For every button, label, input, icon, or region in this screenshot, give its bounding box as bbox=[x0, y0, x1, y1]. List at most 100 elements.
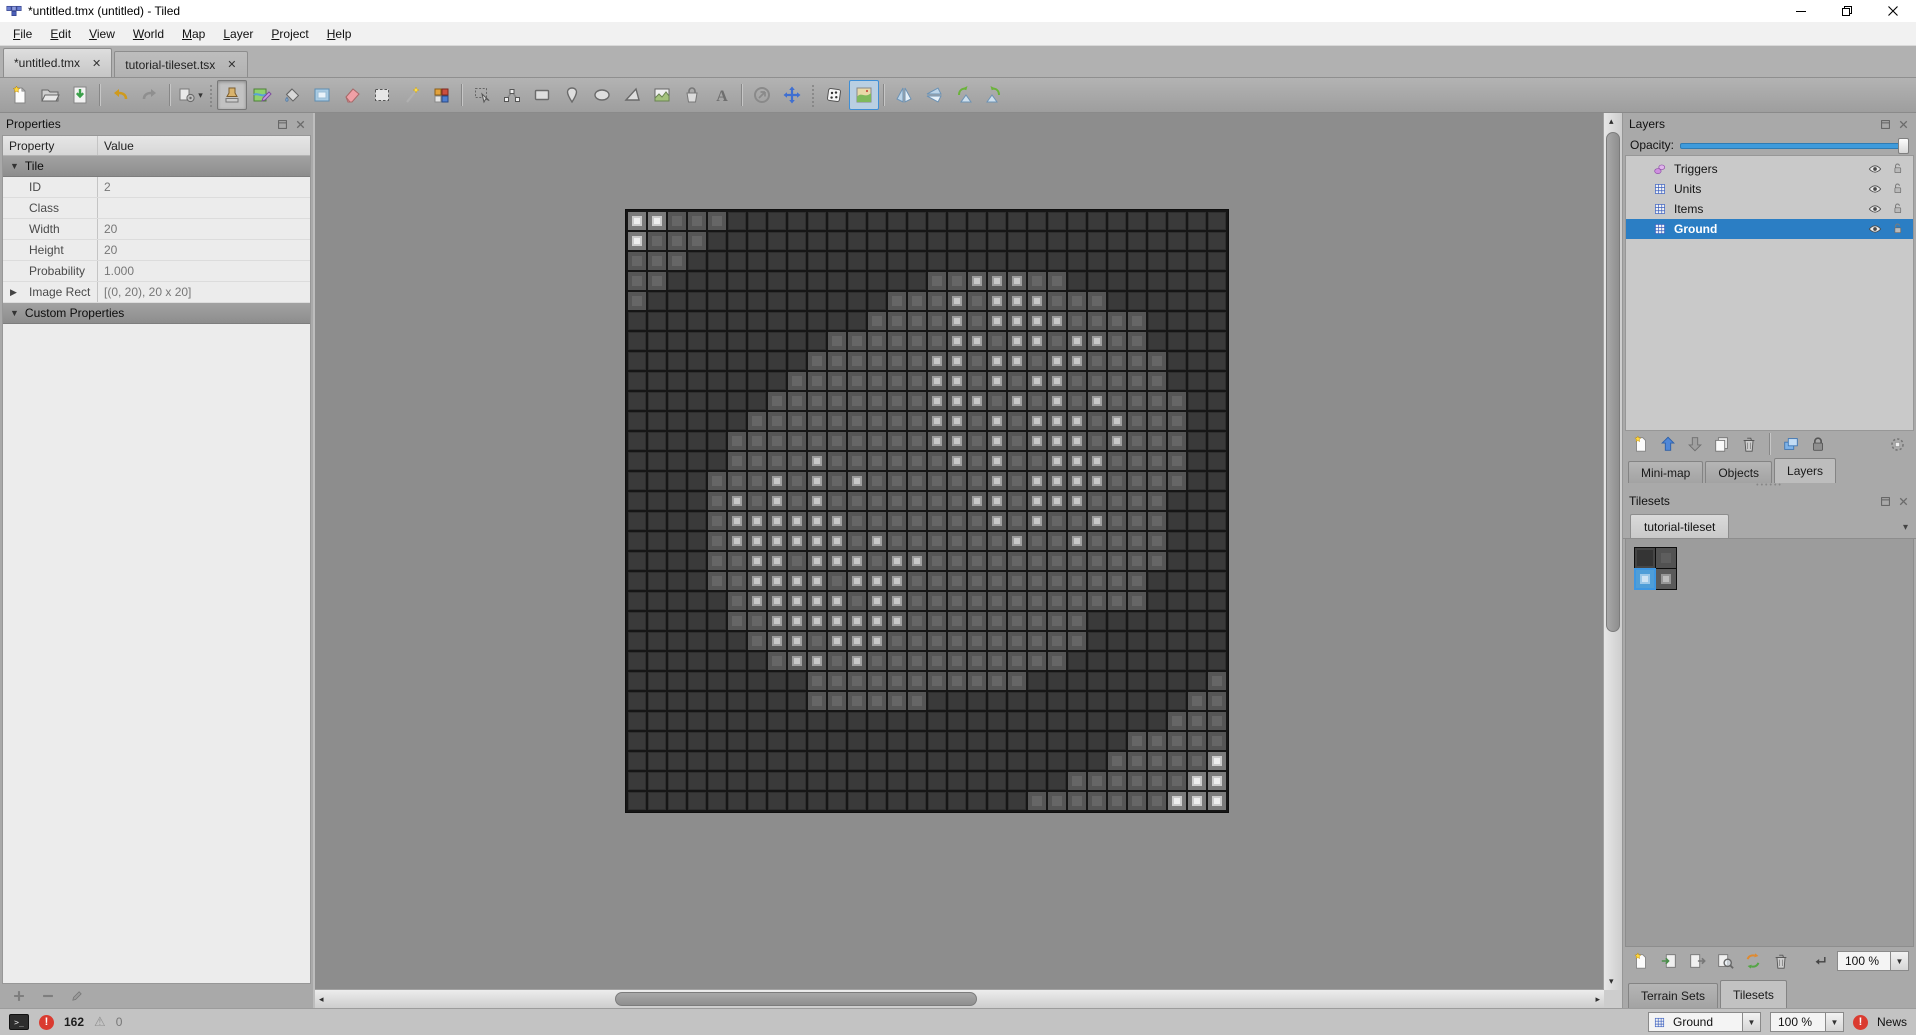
map-tile[interactable] bbox=[748, 692, 766, 710]
map-tile[interactable] bbox=[768, 272, 786, 290]
map-tile[interactable] bbox=[1088, 272, 1106, 290]
map-tile[interactable] bbox=[848, 372, 866, 390]
map-tile[interactable] bbox=[808, 412, 826, 430]
map-tile[interactable] bbox=[888, 212, 906, 230]
map-tile[interactable] bbox=[988, 252, 1006, 270]
map-tile[interactable] bbox=[648, 532, 666, 550]
map-tile[interactable] bbox=[928, 652, 946, 670]
map-tile[interactable] bbox=[628, 372, 646, 390]
news-label[interactable]: News bbox=[1877, 1015, 1907, 1029]
map-tile[interactable] bbox=[888, 472, 906, 490]
map-tile[interactable] bbox=[748, 492, 766, 510]
map-tile[interactable] bbox=[1208, 672, 1226, 690]
map-tile[interactable] bbox=[1048, 532, 1066, 550]
map-tile[interactable] bbox=[968, 272, 986, 290]
map-tile[interactable] bbox=[808, 432, 826, 450]
map-tile[interactable] bbox=[1148, 732, 1166, 750]
map-tile[interactable] bbox=[668, 412, 686, 430]
remove-layer-button[interactable] bbox=[1738, 433, 1760, 455]
map-tile[interactable] bbox=[748, 352, 766, 370]
chevron-down-icon[interactable]: ▼ bbox=[1741, 1013, 1760, 1031]
map-tile[interactable] bbox=[1128, 272, 1146, 290]
map-tile[interactable] bbox=[908, 432, 926, 450]
map-tile[interactable] bbox=[768, 652, 786, 670]
map-tile[interactable] bbox=[908, 632, 926, 650]
map-tile[interactable] bbox=[1048, 312, 1066, 330]
map-tile[interactable] bbox=[1148, 272, 1166, 290]
map-tile[interactable] bbox=[1148, 792, 1166, 810]
map-tile[interactable] bbox=[868, 372, 886, 390]
map-tile[interactable] bbox=[948, 352, 966, 370]
map-tile[interactable] bbox=[948, 392, 966, 410]
map-tile[interactable] bbox=[1068, 712, 1086, 730]
property-value[interactable] bbox=[97, 198, 310, 218]
map-tile[interactable] bbox=[1148, 532, 1166, 550]
map-tile[interactable] bbox=[628, 792, 646, 810]
map-tile[interactable] bbox=[1068, 792, 1086, 810]
eraser-button[interactable] bbox=[337, 80, 367, 110]
map-tile[interactable] bbox=[1128, 452, 1146, 470]
map-tile[interactable] bbox=[668, 392, 686, 410]
map-tile[interactable] bbox=[1168, 212, 1186, 230]
map-tile[interactable] bbox=[808, 332, 826, 350]
map-tile[interactable] bbox=[1008, 612, 1026, 630]
map-tile[interactable] bbox=[668, 692, 686, 710]
map-tile[interactable] bbox=[928, 412, 946, 430]
property-value[interactable]: [(0, 20), 20 x 20] bbox=[97, 282, 310, 302]
map-tile[interactable] bbox=[968, 612, 986, 630]
map-tile[interactable] bbox=[1108, 552, 1126, 570]
map-tile[interactable] bbox=[708, 712, 726, 730]
map-tile[interactable] bbox=[1188, 552, 1206, 570]
map-tile[interactable] bbox=[628, 612, 646, 630]
map-tile[interactable] bbox=[1088, 312, 1106, 330]
map-tile[interactable] bbox=[628, 712, 646, 730]
map-tile[interactable] bbox=[708, 692, 726, 710]
map-tile[interactable] bbox=[1028, 372, 1046, 390]
map-tile[interactable] bbox=[1068, 392, 1086, 410]
map-tile[interactable] bbox=[648, 752, 666, 770]
map-tile[interactable] bbox=[988, 432, 1006, 450]
map-tile[interactable] bbox=[1008, 372, 1026, 390]
map-tile[interactable] bbox=[668, 712, 686, 730]
map-tile[interactable] bbox=[1068, 332, 1086, 350]
map-tile[interactable] bbox=[628, 392, 646, 410]
insert-polygon-button[interactable] bbox=[617, 80, 647, 110]
map-tile[interactable] bbox=[948, 492, 966, 510]
map-tile[interactable] bbox=[848, 712, 866, 730]
map-tile[interactable] bbox=[768, 232, 786, 250]
dock-tab-mini-map[interactable]: Mini-map bbox=[1628, 461, 1704, 483]
map-tile[interactable] bbox=[828, 732, 846, 750]
map-tile[interactable] bbox=[808, 592, 826, 610]
map-tile[interactable] bbox=[1128, 312, 1146, 330]
map-tile[interactable] bbox=[708, 312, 726, 330]
map-tile[interactable] bbox=[1148, 452, 1166, 470]
map-tile[interactable] bbox=[788, 792, 806, 810]
map-tile[interactable] bbox=[768, 632, 786, 650]
map-tile[interactable] bbox=[1188, 592, 1206, 610]
remove-tileset-button[interactable] bbox=[1770, 950, 1792, 972]
map-tile[interactable] bbox=[688, 612, 706, 630]
map-tile[interactable] bbox=[828, 672, 846, 690]
map-tile[interactable] bbox=[748, 312, 766, 330]
map-tile[interactable] bbox=[1048, 792, 1066, 810]
duplicate-layer-button[interactable] bbox=[1711, 433, 1733, 455]
map-tile[interactable] bbox=[828, 452, 846, 470]
rect-select-button[interactable] bbox=[367, 80, 397, 110]
map-tile[interactable] bbox=[1148, 712, 1166, 730]
map-tile[interactable] bbox=[648, 432, 666, 450]
map-tile[interactable] bbox=[1048, 292, 1066, 310]
map-tile[interactable] bbox=[928, 272, 946, 290]
map-tile[interactable] bbox=[868, 752, 886, 770]
map-tile[interactable] bbox=[868, 552, 886, 570]
map-tile[interactable] bbox=[1088, 352, 1106, 370]
map-tile[interactable] bbox=[948, 612, 966, 630]
map-tile[interactable] bbox=[1008, 552, 1026, 570]
map-tile[interactable] bbox=[768, 712, 786, 730]
map-tile[interactable] bbox=[1048, 592, 1066, 610]
map-tile[interactable] bbox=[728, 272, 746, 290]
map-tile[interactable] bbox=[868, 312, 886, 330]
map-tile[interactable] bbox=[1108, 512, 1126, 530]
map-tile[interactable] bbox=[648, 712, 666, 730]
map-tile[interactable] bbox=[808, 492, 826, 510]
map-tile[interactable] bbox=[888, 532, 906, 550]
